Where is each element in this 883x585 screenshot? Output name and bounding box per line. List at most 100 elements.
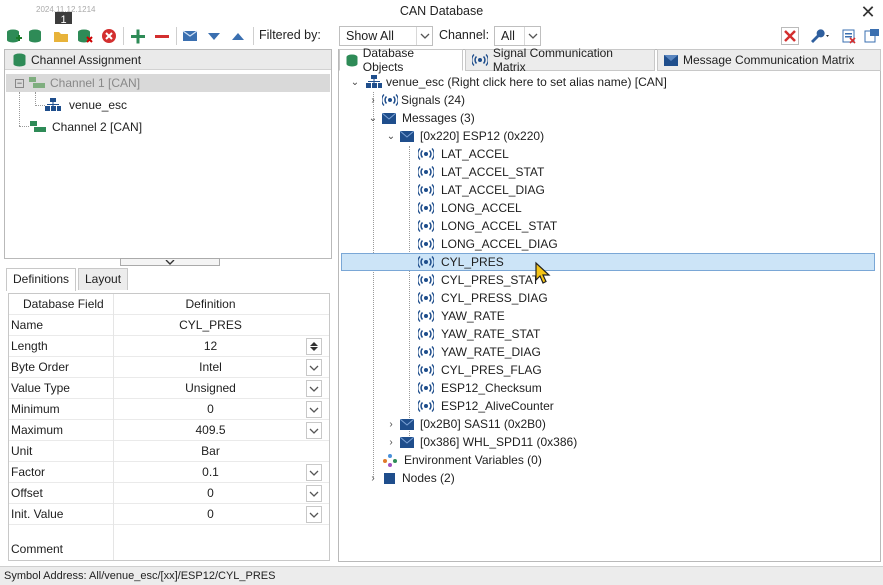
tree-item-environment-variables[interactable]: Environment Variables (0)	[382, 451, 542, 469]
signal-label: LAT_ACCEL	[441, 147, 509, 161]
tree-item-sas11[interactable]: › [0x2B0] SAS11 (0x2B0)	[386, 415, 546, 433]
settings-wrench-icon[interactable]	[807, 27, 833, 45]
signal-icon	[418, 166, 434, 178]
object-tree: ⌄ venue_esc (Right click here to set ali…	[338, 72, 881, 562]
tree-item-whl-spd11[interactable]: › [0x386] WHL_SPD11 (0x386)	[386, 433, 577, 451]
tree-item-channel-2[interactable]: Channel 2 [CAN]	[30, 118, 230, 136]
tab-database-objects[interactable]: Database Objects	[339, 46, 463, 74]
channel-select[interactable]: All	[494, 26, 541, 46]
maximum-dropdown[interactable]	[306, 422, 322, 439]
signal-label: LAT_ACCEL_DIAG	[441, 183, 545, 197]
signal-item-selected[interactable]: CYL_PRES	[341, 253, 875, 271]
signal-icon	[418, 400, 434, 412]
tab-signal-communication-matrix[interactable]: Signal Communication Matrix	[465, 46, 655, 74]
add-database-icon[interactable]	[5, 27, 23, 45]
grid-header-row: Database Field Definition	[9, 294, 329, 315]
byte-order-dropdown[interactable]	[306, 359, 322, 376]
table-row[interactable]: Value Type Unsigned	[9, 378, 329, 399]
value-type-dropdown[interactable]	[306, 380, 322, 397]
tree-item-channel-1[interactable]: − Channel 1 [CAN]	[6, 74, 330, 92]
table-row[interactable]: Name CYL_PRES	[9, 315, 329, 336]
signal-label: ESP12_Checksum	[441, 381, 542, 395]
move-down-icon[interactable]	[205, 27, 223, 45]
open-database-icon[interactable]	[27, 27, 45, 45]
field-name: Name	[11, 318, 44, 332]
window-title: CAN Database	[399, 4, 484, 18]
tree-item-nodes[interactable]: › Nodes (2)	[368, 469, 454, 487]
field-name: Init. Value	[11, 507, 64, 521]
tree-item-signals[interactable]: › Signals (24)	[368, 91, 465, 109]
signal-item[interactable]: ESP12_AliveCounter	[418, 397, 554, 415]
signal-item[interactable]: YAW_RATE_STAT	[418, 325, 540, 343]
signal-item[interactable]: LAT_ACCEL_DIAG	[418, 181, 545, 199]
field-name: Value Type	[11, 381, 70, 395]
chevron-down-icon[interactable]: ⌄	[386, 131, 396, 142]
signal-item[interactable]: LAT_ACCEL	[418, 145, 509, 163]
chevron-right-icon[interactable]: ›	[386, 437, 396, 448]
signal-item[interactable]: LONG_ACCEL_STAT	[418, 217, 557, 235]
tree-item-venue-esc[interactable]: venue_esc	[45, 96, 245, 114]
signal-item[interactable]: CYL_PRES_STAT	[418, 271, 539, 289]
signal-icon	[418, 346, 434, 358]
table-row[interactable]: Maximum 409.5	[9, 420, 329, 441]
tree-item-messages[interactable]: ⌄ Messages (3)	[368, 109, 475, 127]
chevron-right-icon[interactable]: ›	[368, 95, 378, 106]
signal-item[interactable]: CYL_PRES_FLAG	[418, 361, 542, 379]
message-icon[interactable]	[181, 27, 199, 45]
chevron-down-icon[interactable]: ⌄	[350, 77, 360, 88]
tab-definitions[interactable]: Definitions	[6, 268, 77, 291]
close-window-button[interactable]: ✕	[856, 1, 880, 23]
tab-layout[interactable]: Layout	[78, 268, 129, 290]
table-row[interactable]: Init. Value 0	[9, 504, 329, 525]
init-value-dropdown[interactable]	[306, 506, 322, 523]
factor-dropdown[interactable]	[306, 464, 322, 481]
signal-icon	[418, 184, 434, 196]
table-row[interactable]: Offset 0	[9, 483, 329, 504]
tree-root-venue-esc[interactable]: ⌄ venue_esc (Right click here to set ali…	[350, 73, 667, 91]
table-row[interactable]: Factor 0.1	[9, 462, 329, 483]
tool-icon[interactable]	[863, 27, 881, 45]
chevron-down-icon[interactable]: ⌄	[368, 113, 378, 124]
table-row[interactable]: Byte Order Intel	[9, 357, 329, 378]
signal-item[interactable]: CYL_PRESS_DIAG	[418, 289, 548, 307]
network-icon	[366, 75, 382, 89]
filter-select[interactable]: Show All	[339, 26, 433, 46]
table-row[interactable]: Minimum 0	[9, 399, 329, 420]
offset-dropdown[interactable]	[306, 485, 322, 502]
table-row[interactable]: Unit Bar	[9, 441, 329, 462]
table-row[interactable]: Comment	[9, 525, 329, 560]
export-icon[interactable]	[840, 27, 858, 45]
remove-database-icon[interactable]	[76, 27, 94, 45]
move-up-icon[interactable]	[229, 27, 247, 45]
signal-label: CYL_PRESS_DIAG	[441, 291, 548, 305]
signal-item[interactable]: LAT_ACCEL_STAT	[418, 163, 544, 181]
signal-item[interactable]: YAW_RATE_DIAG	[418, 343, 541, 361]
add-icon[interactable]	[129, 27, 147, 45]
clear-filter-icon[interactable]	[781, 27, 799, 45]
field-value: 0	[207, 402, 214, 416]
node-icon	[384, 472, 396, 484]
tab-message-communication-matrix[interactable]: Message Communication Matrix	[657, 49, 881, 71]
folder-icon[interactable]	[52, 27, 70, 45]
signal-item[interactable]: LONG_ACCEL	[418, 199, 522, 217]
table-row[interactable]: Length 12	[9, 336, 329, 357]
tree-item-esp12[interactable]: ⌄ [0x220] ESP12 (0x220)	[386, 127, 544, 145]
chevron-right-icon[interactable]: ›	[386, 419, 396, 430]
splitter-handle[interactable]	[120, 258, 220, 266]
database-icon	[13, 53, 26, 70]
chevron-right-icon[interactable]: ›	[368, 473, 378, 484]
signal-label: LONG_ACCEL	[441, 201, 522, 215]
delete-icon[interactable]	[100, 27, 118, 45]
channel-icon	[30, 121, 46, 133]
database-icon	[346, 54, 358, 66]
minimum-dropdown[interactable]	[306, 401, 322, 418]
collapse-toggle[interactable]: −	[15, 78, 24, 88]
length-stepper[interactable]	[306, 338, 322, 355]
remove-icon[interactable]	[153, 27, 171, 45]
signal-item[interactable]: YAW_RATE	[418, 307, 505, 325]
tab-database-objects-label: Database Objects	[362, 46, 415, 74]
signal-item[interactable]: ESP12_Checksum	[418, 379, 542, 397]
field-value: Intel	[199, 360, 222, 374]
signal-item[interactable]: LONG_ACCEL_DIAG	[418, 235, 558, 253]
chevron-down-icon	[524, 27, 540, 45]
